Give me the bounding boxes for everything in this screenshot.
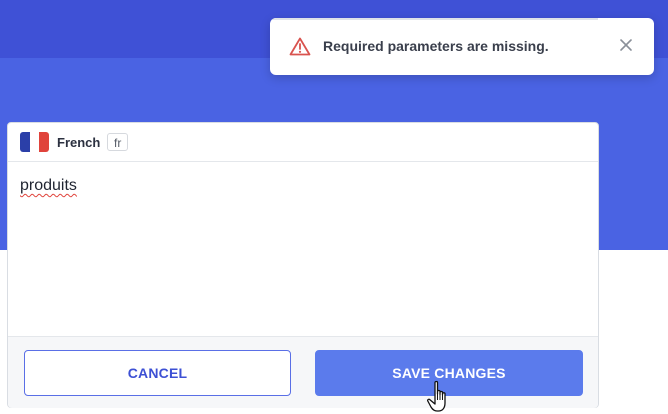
warning-triangle-icon — [289, 37, 311, 56]
toast-message: Required parameters are missing. — [323, 38, 549, 54]
toast-progress-bar — [270, 18, 598, 20]
translation-card: French fr produits CANCEL SAVE CHANGES — [7, 122, 599, 408]
close-icon[interactable] — [618, 37, 634, 53]
translation-text-editor[interactable]: produits — [20, 177, 77, 195]
language-name: French — [57, 135, 101, 150]
language-header: French fr — [8, 123, 598, 162]
french-flag-icon — [20, 132, 49, 152]
card-footer: CANCEL SAVE CHANGES — [8, 336, 598, 408]
language-code-badge: fr — [107, 133, 129, 151]
save-changes-button[interactable]: SAVE CHANGES — [315, 350, 583, 396]
cancel-button[interactable]: CANCEL — [24, 350, 291, 396]
error-toast: Required parameters are missing. — [270, 18, 654, 75]
